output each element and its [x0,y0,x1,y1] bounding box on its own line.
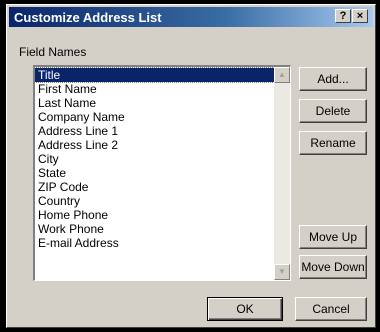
list-item[interactable]: Work Phone [35,222,274,236]
scroll-up-arrow-icon[interactable]: ▲ [274,67,290,83]
dialog-title: Customize Address List [14,10,162,25]
move-down-button[interactable]: Move Down [299,255,367,279]
field-names-label: Field Names [19,45,87,59]
ok-button[interactable]: OK [207,297,283,321]
list-item[interactable]: Title [35,67,275,83]
cancel-button[interactable]: Cancel [295,297,367,321]
customize-address-list-dialog: Customize Address List ? × Field Names T… [6,4,376,328]
scroll-down-arrow-icon[interactable]: ▼ [274,264,290,280]
list-item[interactable]: Country [35,194,274,208]
field-names-list: Title First Name Last Name Company Name Addr… [35,67,275,250]
close-button[interactable]: × [352,9,368,23]
list-item[interactable]: E-mail Address [35,236,274,250]
listbox-scrollbar[interactable]: ▲ ▼ [274,67,290,280]
list-item[interactable]: Home Phone [35,208,274,222]
title-bar[interactable]: Customize Address List ? × [9,7,373,27]
list-item[interactable]: Last Name [35,96,274,110]
help-button[interactable]: ? [335,9,351,23]
delete-button[interactable]: Delete [299,99,367,123]
list-item[interactable]: ZIP Code [35,180,274,194]
list-item[interactable]: Address Line 2 [35,138,274,152]
move-up-button[interactable]: Move Up [299,225,367,249]
list-item[interactable]: Address Line 1 [35,124,274,138]
rename-button[interactable]: Rename [299,131,367,155]
field-names-listbox[interactable]: Title First Name Last Name Company Name Addr… [33,65,291,281]
list-item[interactable]: First Name [35,82,274,96]
add-button[interactable]: Add... [299,67,367,91]
list-item[interactable]: Company Name [35,110,274,124]
list-item[interactable]: State [35,166,274,180]
list-item[interactable]: City [35,152,274,166]
